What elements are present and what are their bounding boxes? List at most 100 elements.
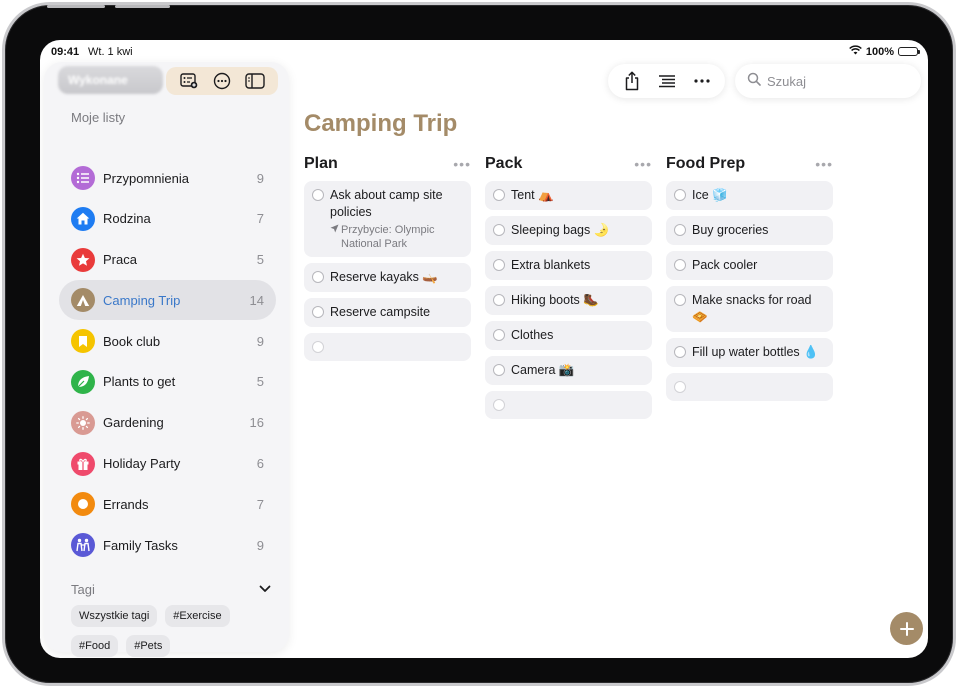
list-count: 14 bbox=[249, 292, 264, 308]
add-reminder-button[interactable] bbox=[890, 612, 923, 645]
complete-checkbox[interactable] bbox=[312, 271, 324, 283]
power-button bbox=[115, 5, 170, 8]
people-icon bbox=[71, 533, 95, 558]
complete-checkbox[interactable] bbox=[493, 329, 505, 341]
reminder-card[interactable]: Fill up water bottles 💧 bbox=[666, 338, 833, 367]
reminder-card[interactable]: Clothes bbox=[485, 321, 652, 350]
device-frame: 09:41 Wt. 1 kwi 100% Wykonane Moje listy… bbox=[2, 2, 956, 686]
sun-icon bbox=[71, 410, 95, 435]
search-bar[interactable] bbox=[735, 64, 928, 98]
tag-chip[interactable]: Wszystkie tagi bbox=[71, 605, 158, 627]
new-reminder-card[interactable] bbox=[304, 333, 471, 361]
list-label: Errands bbox=[103, 496, 149, 512]
location-subtitle: Przybycie: Olympic National Park bbox=[330, 223, 463, 251]
sidebar-list-holiday-party[interactable]: Holiday Party 6 bbox=[59, 444, 276, 484]
complete-checkbox[interactable] bbox=[674, 224, 686, 236]
column-more-icon[interactable]: ••• bbox=[815, 156, 833, 172]
list-count: 5 bbox=[256, 252, 264, 268]
more-icon[interactable] bbox=[691, 70, 713, 92]
reminder-card[interactable]: Sleeping bags 🌛 bbox=[485, 216, 652, 245]
new-reminder-card[interactable] bbox=[485, 391, 652, 419]
complete-checkbox[interactable] bbox=[674, 294, 686, 306]
sidebar-list-family-tasks[interactable]: Family Tasks 9 bbox=[59, 525, 276, 565]
reminder-card[interactable]: Tent ⛺ bbox=[485, 181, 652, 210]
screen: 09:41 Wt. 1 kwi 100% Wykonane Moje listy… bbox=[40, 40, 928, 658]
location-text: Przybycie: Olympic National Park bbox=[341, 224, 435, 250]
column-header: Pack ••• bbox=[485, 153, 652, 175]
reminder-body: Ice 🧊 bbox=[692, 187, 728, 204]
complete-checkbox[interactable] bbox=[493, 364, 505, 376]
list-count: 7 bbox=[256, 211, 264, 227]
complete-checkbox[interactable] bbox=[493, 224, 505, 236]
column-more-icon[interactable]: ••• bbox=[453, 156, 471, 172]
reminder-card[interactable]: Reserve campsite bbox=[304, 298, 471, 327]
reminder-text: Extra blankets bbox=[511, 258, 591, 272]
tag-chip[interactable]: #Pets bbox=[126, 635, 171, 657]
column-more-icon[interactable]: ••• bbox=[634, 156, 652, 172]
list-count: 7 bbox=[256, 496, 264, 512]
sidebar-list-plants-to-get[interactable]: Plants to get 5 bbox=[59, 362, 276, 402]
column-title: Pack bbox=[485, 155, 523, 172]
tag-list: Wszystkie tagi #Exercise #Food #Pets bbox=[71, 605, 271, 657]
complete-checkbox[interactable] bbox=[493, 189, 505, 201]
status-bar: 09:41 Wt. 1 kwi 100% bbox=[40, 40, 928, 64]
new-list-icon[interactable] bbox=[178, 70, 200, 92]
sidebar-list-praca[interactable]: Praca 5 bbox=[59, 240, 276, 280]
new-reminder-card[interactable] bbox=[666, 373, 833, 401]
reminder-card[interactable]: Reserve kayaks 🛶 bbox=[304, 263, 471, 292]
columns-view-icon[interactable] bbox=[656, 70, 678, 92]
sidebar-list-errands[interactable]: Errands 7 bbox=[59, 484, 276, 524]
sidebar-toggle-icon[interactable] bbox=[244, 70, 266, 92]
leaf-icon bbox=[71, 369, 95, 394]
list-label: Przypomnienia bbox=[103, 170, 189, 186]
complete-checkbox[interactable] bbox=[493, 259, 505, 271]
column-header: Food Prep ••• bbox=[666, 153, 833, 175]
tags-header[interactable]: Tagi bbox=[71, 580, 271, 598]
more-circle-icon[interactable] bbox=[211, 70, 233, 92]
reminder-card[interactable]: Camera 📸 bbox=[485, 356, 652, 385]
complete-checkbox[interactable] bbox=[674, 346, 686, 358]
search-input[interactable] bbox=[767, 73, 928, 89]
sidebar-list-book-club[interactable]: Book club 9 bbox=[59, 321, 276, 361]
sidebar: Wykonane Moje listy Przypomnienia 9 Rodzin… bbox=[44, 62, 289, 657]
tent-icon bbox=[71, 288, 95, 313]
complete-checkbox[interactable] bbox=[312, 189, 324, 201]
reminder-body: Hiking boots 🥾 bbox=[511, 292, 599, 309]
empty-checkbox[interactable] bbox=[674, 381, 686, 393]
sidebar-list-gardening[interactable]: Gardening 16 bbox=[59, 403, 276, 443]
circle-icon bbox=[71, 492, 95, 517]
reminder-body: Clothes bbox=[511, 327, 553, 344]
list-label: Gardening bbox=[103, 415, 164, 431]
star-icon bbox=[71, 247, 95, 272]
empty-checkbox[interactable] bbox=[493, 399, 505, 411]
complete-checkbox[interactable] bbox=[493, 294, 505, 306]
main-toolbar bbox=[608, 64, 725, 98]
my-lists: Przypomnienia 9 Rodzina 7 Praca 5 Camping Trip… bbox=[59, 158, 276, 566]
chevron-down-icon[interactable] bbox=[259, 580, 271, 598]
complete-checkbox[interactable] bbox=[674, 189, 686, 201]
column-title: Plan bbox=[304, 155, 338, 172]
reminder-body: Sleeping bags 🌛 bbox=[511, 222, 609, 239]
reminder-card[interactable]: Extra blankets bbox=[485, 251, 652, 280]
column-header: Plan ••• bbox=[304, 153, 471, 175]
reminder-card[interactable]: Ice 🧊 bbox=[666, 181, 833, 210]
tag-chip[interactable]: #Exercise bbox=[165, 605, 230, 627]
reminder-text: Tent ⛺ bbox=[511, 188, 554, 202]
reminder-card[interactable]: Ask about camp site policies Przybycie: O… bbox=[304, 181, 471, 257]
empty-checkbox[interactable] bbox=[312, 341, 324, 353]
list-count: 9 bbox=[256, 333, 264, 349]
sidebar-list-przypomnienia[interactable]: Przypomnienia 9 bbox=[59, 158, 276, 198]
complete-checkbox[interactable] bbox=[312, 306, 324, 318]
reminder-card[interactable]: Hiking boots 🥾 bbox=[485, 286, 652, 315]
reminder-body: Camera 📸 bbox=[511, 362, 575, 379]
done-button[interactable]: Wykonane bbox=[58, 66, 163, 94]
list-label: Family Tasks bbox=[103, 537, 178, 553]
complete-checkbox[interactable] bbox=[674, 259, 686, 271]
reminder-card[interactable]: Buy groceries bbox=[666, 216, 833, 245]
sidebar-list-camping-trip[interactable]: Camping Trip 14 bbox=[59, 280, 276, 321]
reminder-card[interactable]: Pack cooler bbox=[666, 251, 833, 280]
reminder-card[interactable]: Make snacks for road 🧇 bbox=[666, 286, 833, 332]
sidebar-list-rodzina[interactable]: Rodzina 7 bbox=[59, 199, 276, 239]
tag-chip[interactable]: #Food bbox=[71, 635, 119, 657]
share-icon[interactable] bbox=[621, 70, 643, 92]
